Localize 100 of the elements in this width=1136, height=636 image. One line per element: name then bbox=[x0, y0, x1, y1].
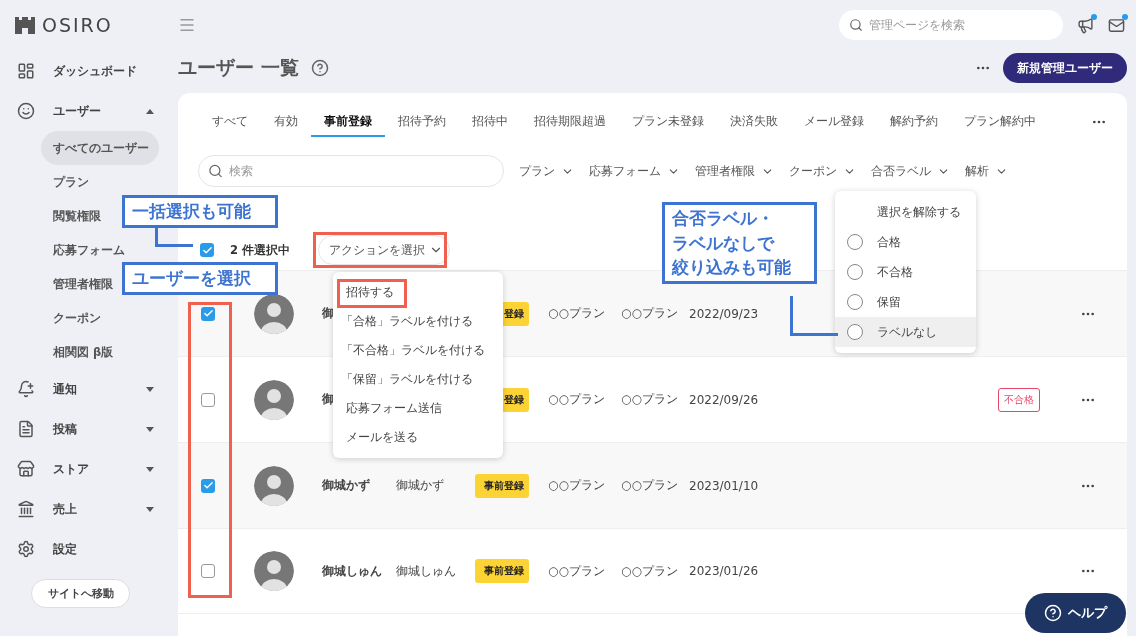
result-tag: 不合格 bbox=[998, 387, 1040, 412]
menu-icon[interactable] bbox=[178, 16, 196, 34]
nav-icon bbox=[17, 460, 35, 478]
radio-button[interactable] bbox=[847, 234, 863, 250]
search-field[interactable]: 管理ページを検索 bbox=[839, 10, 1063, 40]
plan-cell: ○○プラン bbox=[621, 562, 678, 580]
tab[interactable]: 有効 bbox=[261, 107, 311, 137]
avatar-icon bbox=[254, 293, 294, 334]
help-icon[interactable] bbox=[310, 59, 329, 77]
plan-cell: ○○プラン bbox=[548, 391, 605, 408]
filter-dropdown[interactable]: 合否ラベル bbox=[871, 162, 950, 180]
filter-dropdown[interactable]: 管理者権限 bbox=[695, 162, 774, 180]
option-label: ラベルなし bbox=[877, 323, 937, 341]
plan-cell: ○○プラン bbox=[621, 477, 678, 494]
sidebar-item[interactable]: 売上 bbox=[0, 489, 178, 529]
menu-item[interactable]: メールを送る bbox=[333, 423, 503, 452]
tab[interactable]: 決済失敗 bbox=[717, 107, 791, 137]
filter-dropdown[interactable]: クーポン bbox=[789, 162, 856, 180]
search-icon bbox=[208, 163, 223, 179]
date-cell: 2022/09/26 bbox=[689, 392, 759, 407]
mail-icon[interactable] bbox=[1108, 16, 1125, 34]
tab[interactable]: 事前登録 bbox=[311, 107, 385, 137]
user-name: 御城しゅん bbox=[322, 562, 382, 580]
callout-text: 絞り込みも可能 bbox=[672, 256, 792, 280]
sidebar-subitem[interactable]: クーポン bbox=[41, 301, 111, 335]
label-option[interactable]: 保留 bbox=[835, 287, 976, 317]
nav-icon bbox=[17, 102, 35, 120]
user-name: 御城かず bbox=[322, 477, 370, 494]
sidebar-item[interactable]: ユーザー bbox=[0, 91, 178, 131]
date-cell: 2023/01/26 bbox=[689, 564, 759, 578]
row-checkbox[interactable] bbox=[201, 392, 215, 407]
radio-button[interactable] bbox=[847, 294, 863, 310]
status-badge: 事前登録 bbox=[475, 473, 529, 498]
callout-text: ラベルなしで bbox=[672, 231, 776, 255]
date-cell: 2023/01/10 bbox=[689, 478, 759, 493]
help-icon bbox=[1044, 604, 1062, 622]
radio-button[interactable] bbox=[847, 264, 863, 280]
row-checkbox[interactable] bbox=[201, 478, 215, 493]
plan-cell: ○○プラン bbox=[548, 477, 605, 494]
tab[interactable]: 招待予約 bbox=[385, 107, 459, 137]
nav-icon bbox=[17, 380, 35, 398]
option-label: 合格 bbox=[877, 233, 901, 251]
action-select-button[interactable]: アクションを選択 bbox=[318, 235, 450, 265]
row-checkbox[interactable] bbox=[201, 564, 215, 578]
sidebar-subitem[interactable]: すべてのユーザー bbox=[41, 131, 159, 165]
plan-cell: ○○プラン bbox=[621, 305, 678, 322]
label-option[interactable]: 不合格 bbox=[835, 257, 976, 287]
tab[interactable]: 招待中 bbox=[459, 107, 521, 137]
sidebar-item[interactable]: 投稿 bbox=[0, 409, 178, 449]
filter-dropdown[interactable]: プラン bbox=[519, 162, 574, 180]
label-option[interactable]: 合格 bbox=[835, 227, 976, 257]
avatar-icon bbox=[254, 551, 294, 591]
page-title: ユーザー 一覧 bbox=[178, 55, 299, 80]
search-icon bbox=[849, 18, 863, 32]
user-name: 御 bbox=[322, 305, 334, 322]
sidebar-subitem[interactable]: 管理者権限 bbox=[41, 267, 123, 301]
label-option[interactable]: ラベルなし bbox=[835, 317, 976, 347]
callout-text: ユーザーを選択 bbox=[132, 267, 252, 290]
plan-cell: ○○プラン bbox=[548, 305, 605, 322]
new-admin-user-button[interactable]: 新規管理ユーザー bbox=[1003, 53, 1127, 83]
tab[interactable]: プラン解約中 bbox=[951, 107, 1049, 137]
sidebar-item[interactable]: ダッシュボード bbox=[0, 51, 178, 91]
nav-icon bbox=[17, 540, 35, 558]
user-nickname: 御城かず bbox=[396, 477, 444, 494]
tab[interactable]: プラン未登録 bbox=[619, 107, 717, 137]
sidebar-subitem[interactable]: プラン bbox=[41, 165, 99, 199]
status-badge: 事前登録 bbox=[475, 559, 529, 583]
sidebar-subitem[interactable]: 閲覧権限 bbox=[41, 199, 111, 233]
date-cell: 2022/09/23 bbox=[689, 306, 759, 321]
row-checkbox[interactable] bbox=[201, 306, 215, 321]
avatar-icon bbox=[254, 379, 294, 420]
castle-logo-icon bbox=[15, 16, 35, 34]
help-button[interactable]: ヘルプ bbox=[1025, 593, 1126, 633]
sidebar-subitem[interactable]: 応募フォーム bbox=[41, 233, 135, 267]
site-button[interactable]: サイトへ移動 bbox=[31, 579, 130, 608]
tab[interactable]: 招待期限超過 bbox=[521, 107, 619, 137]
select-all-checkbox[interactable] bbox=[200, 243, 214, 257]
search-field[interactable]: 検索 bbox=[198, 155, 504, 187]
filter-dropdown[interactable]: 応募フォーム bbox=[589, 162, 680, 180]
filter-dropdown[interactable]: 解析 bbox=[965, 162, 1008, 180]
brand-name: OSIRO bbox=[42, 14, 113, 36]
highlight-frame bbox=[337, 279, 407, 308]
option-label: 保留 bbox=[877, 293, 901, 311]
clear-selection-item[interactable]: 選択を解除する bbox=[835, 197, 976, 227]
leader-line bbox=[790, 296, 838, 336]
megaphone-icon[interactable] bbox=[1077, 16, 1094, 34]
user-name: 御 bbox=[322, 391, 334, 408]
sidebar-item[interactable]: 通知 bbox=[0, 369, 178, 409]
avatar-icon bbox=[254, 465, 294, 506]
sidebar-item[interactable]: ストア bbox=[0, 449, 178, 489]
tab[interactable]: すべて bbox=[199, 107, 261, 137]
menu-item[interactable]: 「不合格」ラベルを付ける bbox=[333, 336, 503, 365]
tab[interactable]: 解約予約 bbox=[877, 107, 951, 137]
callout-text: 合否ラベル・ bbox=[672, 207, 775, 230]
plan-cell: ○○プラン bbox=[548, 562, 605, 580]
radio-button[interactable] bbox=[847, 324, 863, 340]
sidebar-subitem[interactable]: 相関図 β版 bbox=[41, 335, 124, 369]
tab[interactable]: メール登録 bbox=[791, 107, 877, 137]
sidebar-item[interactable]: 設定 bbox=[0, 529, 178, 569]
nav-icon bbox=[17, 62, 35, 80]
